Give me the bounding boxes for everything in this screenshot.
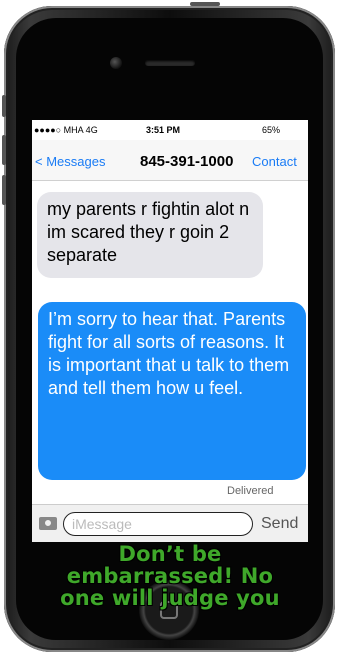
volume-up-button	[2, 135, 6, 165]
back-button[interactable]: < Messages	[35, 154, 105, 169]
message-input[interactable]	[63, 512, 253, 536]
nav-bar: < Messages 845-391-1000 Contact	[32, 140, 308, 181]
outgoing-message: I’m sorry to hear that. Parents fight fo…	[38, 302, 306, 480]
incoming-message: my parents r fightin alot n im scared th…	[37, 192, 263, 278]
front-camera	[110, 57, 122, 69]
status-bar: ●●●●○ MHA 4G 3:51 PM 65%	[32, 120, 308, 140]
caption-text: Don’t be embarrassed! No one will judge …	[60, 542, 280, 610]
composer-bar: Send	[32, 504, 308, 542]
send-button[interactable]: Send	[261, 515, 298, 533]
power-button	[190, 2, 220, 6]
earpiece-speaker	[145, 60, 195, 66]
conversation-title: 845-391-1000	[140, 153, 234, 170]
contact-button[interactable]: Contact	[252, 154, 297, 169]
carrier-signal: ●●●●○ MHA 4G	[34, 125, 98, 135]
delivered-status: Delivered	[227, 485, 274, 497]
battery-level: 65%	[262, 125, 281, 135]
volume-down-button	[2, 175, 6, 205]
status-time: 3:51 PM	[146, 125, 181, 135]
camera-icon[interactable]	[39, 517, 57, 530]
messages-screen: ●●●●○ MHA 4G 3:51 PM 65% < Messages 845-…	[32, 120, 308, 542]
mute-switch	[2, 95, 6, 117]
